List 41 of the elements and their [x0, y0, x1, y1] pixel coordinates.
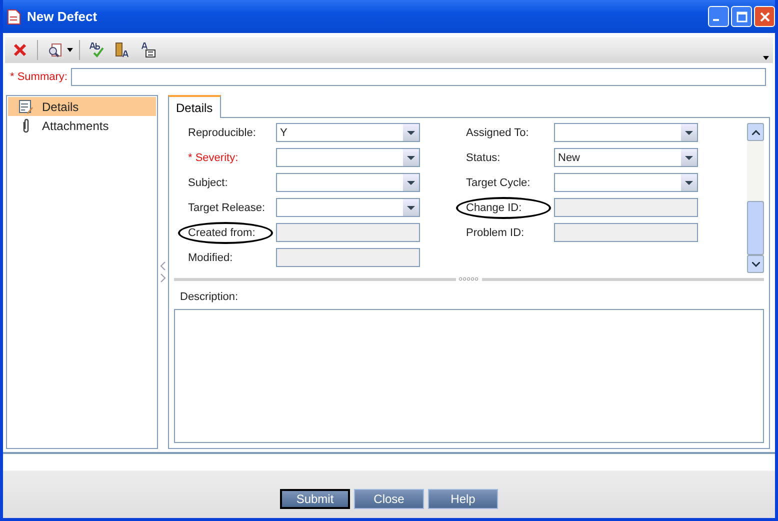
field-label: Problem ID:	[465, 226, 526, 240]
close-icon	[758, 10, 770, 22]
scroll-down-icon[interactable]	[752, 262, 760, 266]
field-label: Status:	[465, 150, 502, 166]
description-field[interactable]	[174, 309, 764, 443]
minimize-button[interactable]	[708, 6, 729, 27]
collapse-handle-icon[interactable]	[160, 261, 166, 283]
field-label: Change ID:	[456, 196, 551, 218]
close-button[interactable]	[754, 6, 775, 27]
caret-icon[interactable]	[67, 48, 73, 52]
field-label: Subject:	[187, 176, 229, 190]
document-icon	[7, 8, 21, 24]
dropdown[interactable]: New	[554, 148, 698, 167]
tab[interactable]: Details	[168, 95, 221, 118]
field-label: Assigned To:	[465, 126, 530, 140]
minimize-icon	[712, 18, 718, 20]
magnifier-icon	[47, 42, 63, 58]
splitter-handle-icon[interactable]	[458, 277, 480, 281]
dialog-button[interactable]: Submit	[280, 489, 350, 509]
dialog-button[interactable]: Close	[354, 489, 424, 509]
field-label: Target Release:	[187, 200, 266, 216]
field-label: * Severity:	[187, 150, 240, 166]
overflow-caret-icon[interactable]	[763, 56, 769, 60]
dropdown[interactable]: Y	[276, 123, 420, 142]
sidebar-item[interactable]: Attachments	[8, 116, 156, 135]
field-label: Created from:	[178, 222, 273, 244]
maximize-button[interactable]	[731, 6, 752, 27]
maximize-icon	[736, 10, 748, 22]
field-label: Modified:	[187, 250, 234, 266]
sidebar-item[interactable]: Details	[8, 97, 156, 116]
window-title: New Defect	[27, 9, 98, 24]
scrollbar[interactable]	[747, 123, 764, 273]
summary-label: * Summary:	[10, 71, 68, 83]
scroll-up-icon[interactable]	[752, 130, 760, 134]
summary-field[interactable]	[71, 68, 766, 86]
form-icon	[18, 98, 34, 114]
delete-icon	[13, 43, 27, 57]
field-label: Target Cycle:	[465, 176, 532, 190]
dialog-button[interactable]: Help	[428, 489, 498, 509]
description-label: Description:	[180, 291, 238, 303]
field-label: Reproducible:	[187, 126, 257, 140]
